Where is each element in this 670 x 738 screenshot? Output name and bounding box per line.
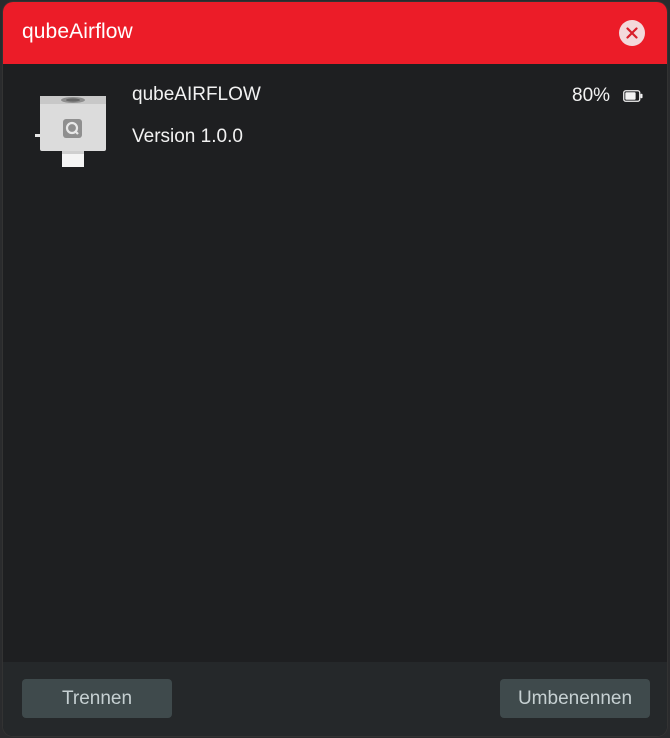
title-bar: qubeAirflow — [3, 2, 667, 64]
rename-button[interactable]: Umbenennen — [500, 679, 650, 718]
device-dialog: qubeAirflow qubeAIRFLOW Version 1.0.0 80… — [3, 2, 667, 736]
battery-icon — [623, 90, 643, 102]
close-button[interactable] — [619, 20, 645, 46]
dialog-footer: Trennen Umbenennen — [3, 662, 667, 736]
dialog-title: qubeAirflow — [22, 20, 133, 43]
battery-percentage: 80% — [572, 85, 611, 106]
battery-fill — [625, 92, 636, 100]
close-icon — [626, 27, 638, 39]
device-info-panel: qubeAIRFLOW Version 1.0.0 80% — [3, 64, 667, 662]
device-name: qubeAIRFLOW — [132, 84, 261, 105]
disconnect-button[interactable]: Trennen — [22, 679, 172, 718]
qube-device-icon — [35, 96, 106, 167]
device-version: Version 1.0.0 — [132, 126, 243, 147]
